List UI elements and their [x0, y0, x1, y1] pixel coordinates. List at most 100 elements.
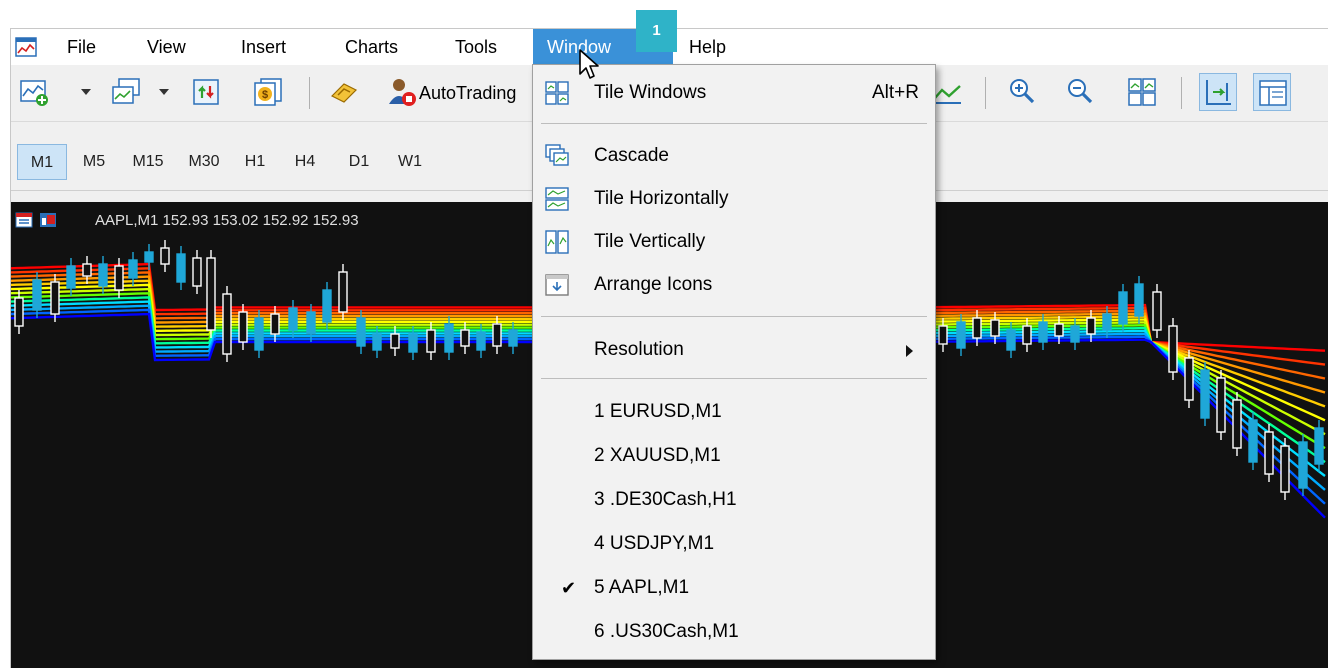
candle-body	[476, 331, 486, 351]
candle-body	[938, 325, 948, 345]
timeframe-m15[interactable]: M15	[119, 144, 177, 180]
window-list-item[interactable]: ✔ 5 AAPL,M1	[533, 567, 935, 609]
candle-body	[1152, 291, 1162, 331]
toolbar-separator	[985, 77, 986, 109]
svg-text:$: $	[262, 89, 268, 101]
tile-vertically-icon	[545, 230, 569, 254]
window-list-item[interactable]: 2 XAUUSD,M1	[533, 435, 935, 477]
candle-body	[408, 333, 418, 353]
candle-body	[160, 247, 170, 265]
toolbar-separator	[1181, 77, 1182, 109]
auto-trading-icon	[389, 79, 416, 106]
candle-body	[50, 281, 60, 315]
timeframe-h1[interactable]: H1	[233, 144, 277, 180]
tile-horizontally-label: Tile Horizontally	[594, 188, 729, 209]
candle-body	[114, 265, 124, 291]
candle-body	[1200, 369, 1210, 419]
candle-body	[1314, 427, 1324, 465]
candle-body	[1184, 357, 1194, 401]
chart-line-icon	[934, 85, 961, 104]
candle-body	[1006, 329, 1016, 351]
candle-body	[444, 323, 454, 353]
candle-body	[192, 257, 202, 287]
tile-windows-icon	[1128, 78, 1156, 106]
checkmark-icon: ✔	[561, 578, 577, 598]
window-list-label: 5 AAPL,M1	[594, 577, 690, 598]
tile-horizontally-menu-item[interactable]: Tile Horizontally	[533, 178, 935, 220]
window-list-label: 4 USDJPY,M1	[594, 533, 715, 554]
cascade-menu-item[interactable]: Cascade	[533, 135, 935, 177]
menu-separator	[541, 316, 927, 317]
window-list-item[interactable]: 3 .DE30Cash,H1	[533, 479, 935, 521]
candle-body	[972, 317, 982, 339]
candle-body	[270, 313, 280, 335]
meta-editor-button[interactable]	[325, 73, 363, 111]
candle-body	[1264, 431, 1274, 475]
candle-body	[98, 263, 108, 287]
profiles-icon	[112, 78, 140, 104]
timeframe-h4[interactable]: H4	[283, 144, 327, 180]
candle-body	[66, 265, 76, 289]
window-list-label: 2 XAUUSD,M1	[594, 445, 721, 466]
auto-trading-button[interactable]	[383, 73, 421, 111]
auto-scroll-button[interactable]	[1253, 73, 1291, 111]
window-list-item[interactable]: 1 EURUSD,M1	[533, 391, 935, 433]
chart-shift-button[interactable]	[1199, 73, 1237, 111]
tile-vertically-menu-item[interactable]: Tile Vertically	[533, 221, 935, 263]
resolution-menu-item[interactable]: Resolution	[533, 329, 935, 371]
auto-trading-label[interactable]: AutoTrading	[419, 83, 516, 104]
menu-insert[interactable]: Insert	[227, 29, 300, 65]
menu-tools[interactable]: Tools	[441, 29, 511, 65]
new-chart-button[interactable]	[15, 73, 53, 111]
window-list-item[interactable]: 6 .US30Cash,M1	[533, 611, 935, 653]
candle-body	[322, 289, 332, 323]
tile-vertically-label: Tile Vertically	[594, 231, 706, 252]
candle-body	[1070, 325, 1080, 343]
window-menu-dropdown: Tile Windows Alt+R Cascade Tile Horizont…	[532, 64, 936, 660]
submenu-arrow-icon	[906, 345, 913, 357]
candle-body	[14, 297, 24, 327]
timeframe-d1[interactable]: D1	[337, 144, 381, 180]
cascade-icon	[545, 144, 569, 166]
candle-body	[956, 321, 966, 349]
zoom-in-button[interactable]	[1003, 73, 1041, 111]
timeframe-m30[interactable]: M30	[175, 144, 233, 180]
menu-help[interactable]: Help	[675, 29, 740, 65]
candle-body	[1022, 325, 1032, 345]
zoom-out-button[interactable]	[1061, 73, 1099, 111]
candle-body	[1168, 325, 1178, 373]
menu-file[interactable]: File	[53, 29, 110, 65]
candle-body	[1232, 399, 1242, 449]
candle-body	[1134, 283, 1144, 317]
candle-body	[372, 333, 382, 351]
tile-windows-icon	[545, 81, 569, 105]
menu-view[interactable]: View	[133, 29, 200, 65]
cascade-label: Cascade	[594, 145, 669, 166]
candle-body	[306, 311, 316, 335]
menu-charts[interactable]: Charts	[331, 29, 412, 65]
arrange-icons-label: Arrange Icons	[594, 274, 713, 295]
profiles-button[interactable]	[107, 73, 145, 111]
new-chart-dropdown-caret[interactable]	[81, 89, 91, 95]
zoom-in-icon	[1010, 79, 1035, 104]
timeframe-m1[interactable]: M1	[17, 144, 67, 180]
candle-body	[1086, 317, 1096, 335]
data-window-button[interactable]: $	[249, 73, 287, 111]
candle-body	[238, 311, 248, 343]
candle-body	[176, 253, 186, 283]
candle-body	[1216, 377, 1226, 433]
tile-windows-button[interactable]	[1123, 73, 1161, 111]
candle-body	[1102, 313, 1112, 331]
candle-body	[128, 259, 138, 279]
candle-body	[254, 317, 264, 351]
profiles-dropdown-caret[interactable]	[159, 89, 169, 95]
candle-body	[460, 329, 470, 347]
window-list-item[interactable]: 4 USDJPY,M1	[533, 523, 935, 565]
arrange-icons-menu-item[interactable]: Arrange Icons	[533, 264, 935, 306]
timeframe-m5[interactable]: M5	[71, 144, 117, 180]
timeframe-w1[interactable]: W1	[385, 144, 435, 180]
market-watch-button[interactable]	[187, 73, 225, 111]
data-window-icon: $	[254, 78, 282, 106]
tile-windows-shortcut: Alt+R	[872, 82, 919, 103]
toolbar-separator	[309, 77, 310, 109]
